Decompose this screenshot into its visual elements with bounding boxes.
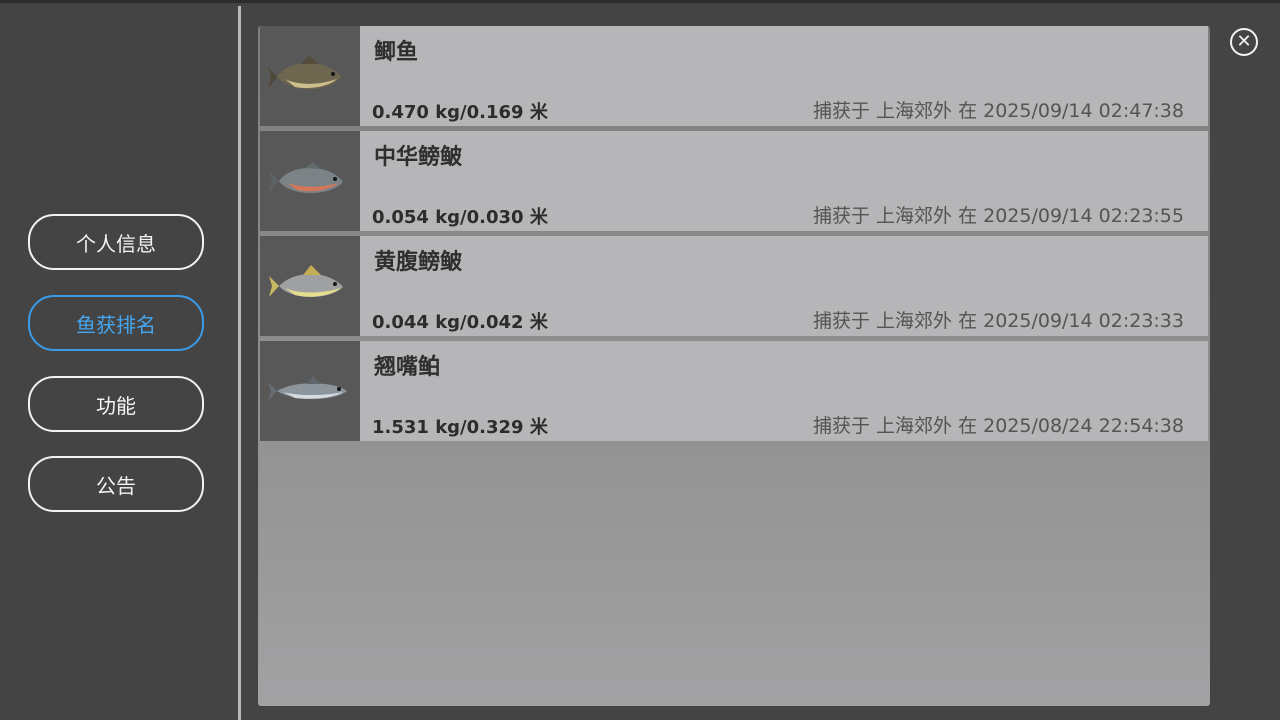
catch-list[interactable]: 鲫鱼 0.470 kg/0.169 米 捕获于 上海郊外 在 2025/09/1…	[258, 26, 1210, 706]
menu-button-profile[interactable]: 个人信息	[28, 214, 204, 270]
catch-row[interactable]: 中华鳑鲏 0.054 kg/0.030 米 捕获于 上海郊外 在 2025/09…	[260, 131, 1208, 231]
menu-button-features[interactable]: 功能	[28, 376, 204, 432]
fish-weight-length: 0.054 kg/0.030 米	[372, 207, 548, 228]
menu-button-announcements[interactable]: 公告	[28, 456, 204, 512]
panel-divider	[238, 6, 241, 720]
catch-location-time: 捕获于 上海郊外 在 2025/09/14 02:23:33	[812, 310, 1184, 332]
fish-weight-length: 0.470 kg/0.169 米	[372, 102, 548, 123]
fish-name: 黄腹鳑鲏	[374, 250, 463, 275]
catch-location-time: 捕获于 上海郊外 在 2025/09/14 02:23:55	[812, 205, 1184, 227]
catch-row[interactable]: 鲫鱼 0.470 kg/0.169 米 捕获于 上海郊外 在 2025/09/1…	[260, 26, 1208, 126]
fish-name: 鲫鱼	[374, 40, 419, 65]
chinese-bitterling-icon	[260, 131, 360, 231]
fish-ranking-screen: 个人信息 鱼获排名 功能 公告 鲫鱼 0.470 kg/0.169 米 捕获于 …	[0, 0, 1280, 720]
fish-weight-length: 0.044 kg/0.042 米	[372, 312, 548, 333]
catch-location-time: 捕获于 上海郊外 在 2025/08/24 22:54:38	[812, 415, 1184, 437]
catch-row[interactable]: 黄腹鳑鲏 0.044 kg/0.042 米 捕获于 上海郊外 在 2025/09…	[260, 236, 1208, 336]
close-icon[interactable]: ✕	[1230, 28, 1258, 56]
menu-button-fish-ranking[interactable]: 鱼获排名	[28, 295, 204, 351]
fish-name: 翘嘴鲌	[374, 355, 441, 380]
catch-row[interactable]: 翘嘴鲌 1.531 kg/0.329 米 捕获于 上海郊外 在 2025/08/…	[260, 341, 1208, 441]
crucian-carp-icon	[260, 26, 360, 126]
top-strip	[0, 0, 1280, 3]
fish-name: 中华鳑鲏	[374, 145, 463, 170]
catch-location-time: 捕获于 上海郊外 在 2025/09/14 02:47:38	[812, 100, 1184, 122]
fish-weight-length: 1.531 kg/0.329 米	[372, 417, 548, 438]
yellow-belly-bitterling-icon	[260, 236, 360, 336]
topmouth-culter-icon	[260, 341, 360, 441]
